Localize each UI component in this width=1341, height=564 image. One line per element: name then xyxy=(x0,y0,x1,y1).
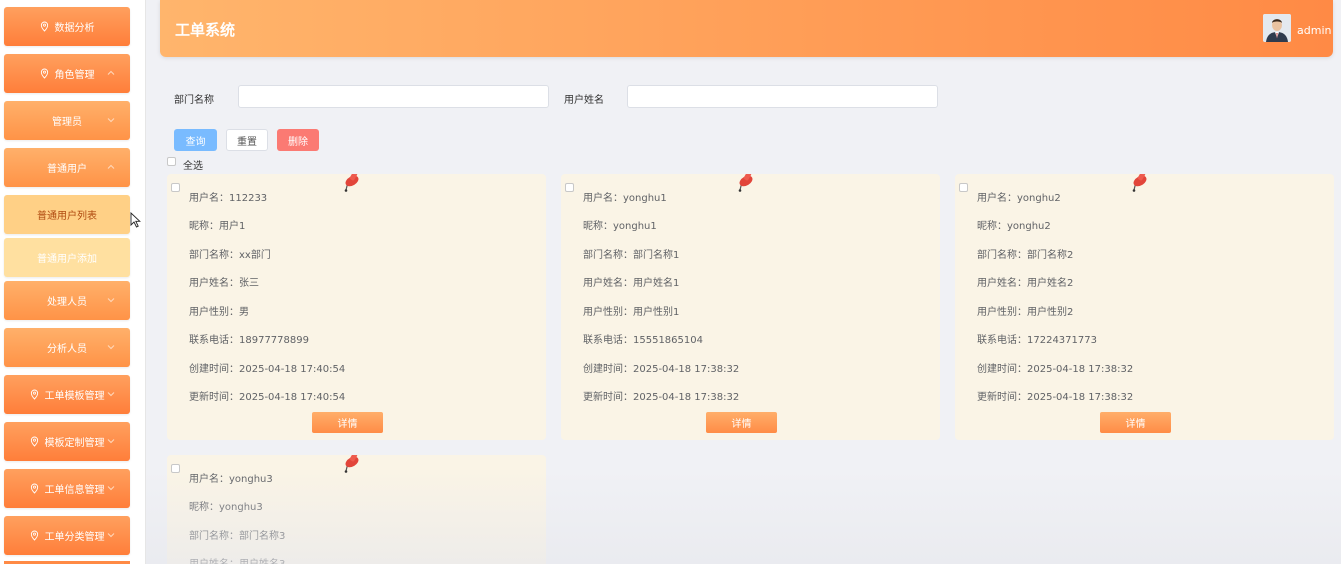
card-updated: 更新时间：2025-04-18 17:38:32 xyxy=(583,392,740,403)
avatar[interactable] xyxy=(1263,14,1291,42)
card-updated: 更新时间：2025-04-18 17:38:32 xyxy=(977,392,1134,403)
card-realname: 用户姓名：用户姓名1 xyxy=(583,278,680,289)
chevron-down-icon xyxy=(107,486,115,491)
sidebar-item-label: 普通用户添加 xyxy=(37,254,97,265)
pushpin-icon xyxy=(1132,174,1150,192)
sidebar-item-ticket-category[interactable]: 工单分类管理 xyxy=(4,516,130,555)
card-username: 用户名：112233 xyxy=(189,193,268,204)
card-nickname: 昵称：yonghu3 xyxy=(189,502,263,513)
card-dept: 部门名称：部门名称1 xyxy=(583,250,680,261)
chevron-down-icon xyxy=(107,439,115,444)
location-pin-icon xyxy=(40,68,48,79)
sidebar-item-label: 普通用户列表 xyxy=(37,211,97,222)
card-realname: 用户姓名：用户姓名3 xyxy=(189,555,285,564)
card-realname: 用户姓名：张三 xyxy=(189,278,259,289)
select-all-label: 全选 xyxy=(183,161,203,172)
location-pin-icon xyxy=(30,389,38,400)
card-checkbox[interactable] xyxy=(959,183,968,192)
card-realname: 用户姓名：用户姓名2 xyxy=(977,278,1074,289)
query-button[interactable]: 查询 xyxy=(174,129,217,151)
sidebar-item-normal-user-add[interactable]: 普通用户添加 xyxy=(4,238,130,277)
pushpin-icon xyxy=(344,455,362,473)
card-nickname: 昵称：用户1 xyxy=(189,221,246,232)
pushpin-icon xyxy=(738,174,756,192)
card-created: 创建时间：2025-04-18 17:38:32 xyxy=(977,364,1134,375)
detail-button[interactable]: 详情 xyxy=(706,412,777,433)
detail-button[interactable]: 详情 xyxy=(1100,412,1171,433)
card-checkbox[interactable] xyxy=(565,183,574,192)
sidebar-item-normal-user[interactable]: 普通用户 xyxy=(4,148,130,187)
card-gender: 用户性别：男 xyxy=(189,307,249,318)
sidebar-item-label: 管理员 xyxy=(52,117,82,128)
user-name-label: 用户姓名 xyxy=(564,95,604,106)
top-header: 工单系统 admin xyxy=(160,0,1333,57)
pushpin-icon xyxy=(344,174,362,192)
user-card: 用户名：yonghu2 昵称：yonghu2 部门名称：部门名称2 用户姓名：用… xyxy=(955,174,1334,440)
card-phone: 联系电话：15551865104 xyxy=(583,335,703,346)
sidebar-item-template-management[interactable]: 工单模板管理 xyxy=(4,375,130,414)
sidebar-item-analyst[interactable]: 分析人员 xyxy=(4,328,130,367)
reset-button[interactable]: 重置 xyxy=(226,129,268,151)
sidebar-item-label: 处理人员 xyxy=(47,297,87,308)
detail-button[interactable]: 详情 xyxy=(312,412,383,433)
sidebar-item-label: 工单分类管理 xyxy=(44,532,105,543)
card-phone: 联系电话：18977778899 xyxy=(189,335,309,346)
card-dept: 部门名称：部门名称3 xyxy=(189,531,286,542)
sidebar-item-label: 数据分析 xyxy=(54,23,95,34)
username-label[interactable]: admin xyxy=(1297,24,1331,37)
card-nickname: 昵称：yonghu1 xyxy=(583,221,657,232)
sidebar-item-role-management[interactable]: 角色管理 xyxy=(4,54,130,93)
sidebar-item-ticket-info[interactable]: 工单信息管理 xyxy=(4,469,130,508)
sidebar-item-template-custom[interactable]: 模板定制管理 xyxy=(4,422,130,461)
sidebar-item-data-analysis[interactable]: 数据分析 xyxy=(4,7,130,46)
user-card: 用户名：yonghu3 昵称：yonghu3 部门名称：部门名称3 用户姓名：用… xyxy=(167,455,546,564)
sidebar-item-normal-user-list[interactable]: 普通用户列表 xyxy=(4,195,130,234)
dept-name-label: 部门名称 xyxy=(174,95,214,106)
card-updated: 更新时间：2025-04-18 17:40:54 xyxy=(189,392,346,403)
card-gender: 用户性别：用户性别2 xyxy=(977,307,1074,318)
user-card: 用户名：yonghu1 昵称：yonghu1 部门名称：部门名称1 用户姓名：用… xyxy=(561,174,940,440)
chevron-up-icon xyxy=(107,164,115,169)
card-username: 用户名：yonghu3 xyxy=(189,474,273,485)
card-checkbox[interactable] xyxy=(171,464,180,473)
user-card: 用户名：112233 昵称：用户1 部门名称：xx部门 用户姓名：张三 用户性别… xyxy=(167,174,546,440)
location-pin-icon xyxy=(30,530,38,541)
sidebar-item-label: 工单信息管理 xyxy=(44,485,105,496)
card-dept: 部门名称：部门名称2 xyxy=(977,250,1074,261)
location-pin-icon xyxy=(30,483,38,494)
card-checkbox[interactable] xyxy=(171,183,180,192)
user-name-input[interactable] xyxy=(627,85,938,108)
card-phone: 联系电话：17224371773 xyxy=(977,335,1097,346)
location-pin-icon xyxy=(40,21,48,32)
chevron-down-icon xyxy=(107,345,115,350)
chevron-down-icon xyxy=(107,298,115,303)
sidebar-item-label: 角色管理 xyxy=(54,70,95,81)
select-all-checkbox[interactable] xyxy=(167,157,176,166)
delete-button[interactable]: 删除 xyxy=(277,129,319,151)
card-username: 用户名：yonghu1 xyxy=(583,193,667,204)
sidebar-item-label: 工单模板管理 xyxy=(44,391,105,402)
card-created: 创建时间：2025-04-18 17:40:54 xyxy=(189,364,346,375)
sidebar-item-label: 普通用户 xyxy=(47,164,87,175)
card-dept: 部门名称：xx部门 xyxy=(189,250,271,261)
chevron-down-icon xyxy=(107,118,115,123)
location-pin-icon xyxy=(30,436,38,447)
card-created: 创建时间：2025-04-18 17:38:32 xyxy=(583,364,740,375)
sidebar-item-handler[interactable]: 处理人员 xyxy=(4,281,130,320)
card-gender: 用户性别：用户性别1 xyxy=(583,307,680,318)
chevron-down-icon xyxy=(107,392,115,397)
user-portrait-icon xyxy=(1263,14,1291,42)
chevron-up-icon xyxy=(107,70,115,75)
sidebar-item-label: 分析人员 xyxy=(47,344,87,355)
sidebar-item-label: 模板定制管理 xyxy=(44,438,105,449)
dept-name-input[interactable] xyxy=(238,85,549,108)
page-title: 工单系统 xyxy=(175,21,236,39)
sidebar-item-admin[interactable]: 管理员 xyxy=(4,101,130,140)
sidebar: 数据分析 角色管理 管理员 普通用户 普通用户列表 普通用户添加 处理人员 分析… xyxy=(0,0,146,564)
card-nickname: 昵称：yonghu2 xyxy=(977,221,1051,232)
card-username: 用户名：yonghu2 xyxy=(977,193,1061,204)
mouse-cursor-icon xyxy=(130,212,141,228)
chevron-down-icon xyxy=(107,533,115,538)
